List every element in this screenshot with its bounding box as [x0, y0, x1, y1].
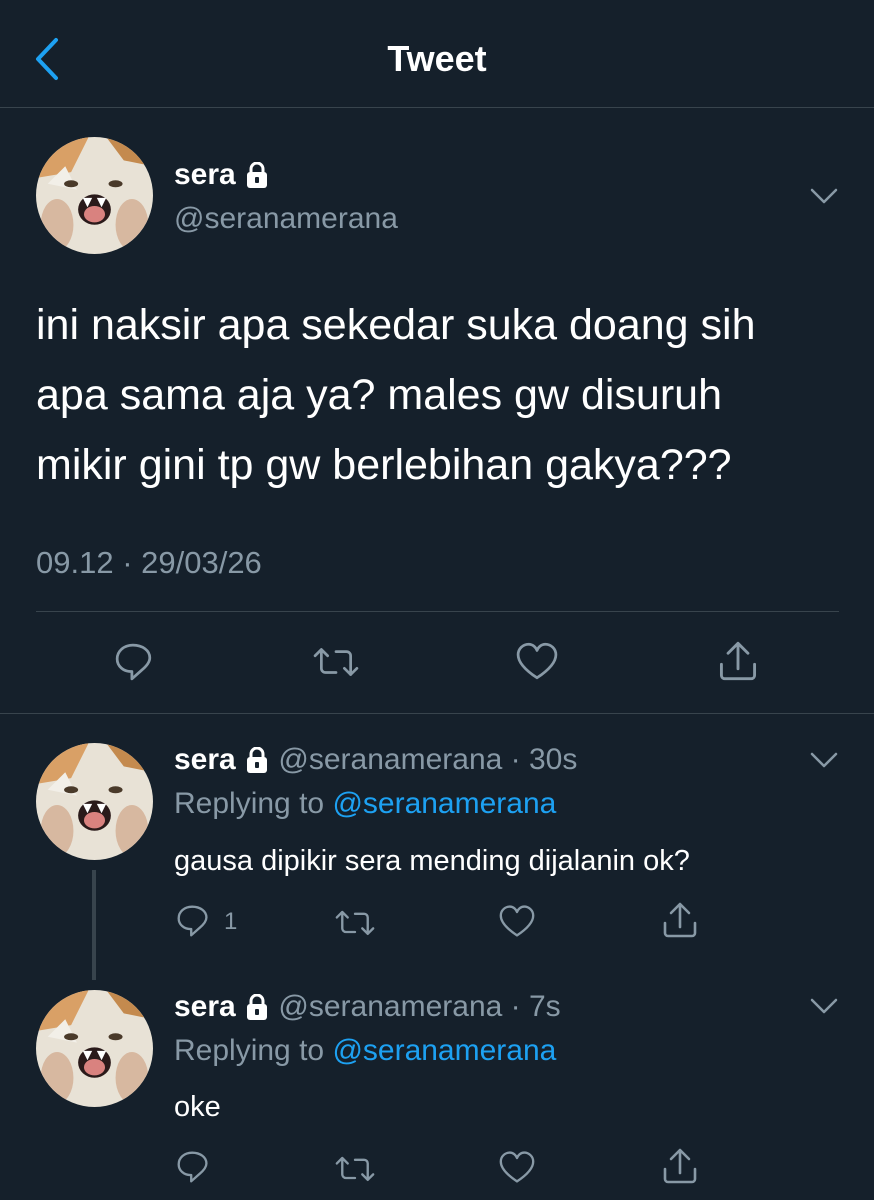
heart-icon[interactable]	[499, 1150, 535, 1184]
author-handle[interactable]: @seranamerana	[174, 202, 398, 236]
share-icon[interactable]	[662, 901, 698, 939]
thread-line	[92, 870, 96, 980]
reply-author[interactable]: sera @seranamerana · 30s	[174, 743, 577, 777]
replying-label: Replying to	[174, 787, 325, 820]
like-button[interactable]	[516, 642, 558, 685]
author-name-text[interactable]: sera	[174, 743, 236, 776]
chevron-down-icon[interactable]	[810, 188, 838, 206]
replying-label: Replying to	[174, 1034, 325, 1067]
tweet-options-button[interactable]	[810, 188, 838, 211]
author-handle[interactable]: @seranamerana	[278, 743, 502, 776]
replying-to: Replying to @seranamerana	[174, 787, 556, 821]
replying-to: Replying to @seranamerana	[174, 1034, 556, 1068]
tweet-text: ini naksir apa sekedar suka doang sih ap…	[36, 290, 856, 500]
reply-text: oke	[174, 1091, 221, 1123]
lock-icon	[245, 747, 269, 775]
share-button[interactable]	[662, 1147, 698, 1190]
share-icon[interactable]	[718, 640, 758, 682]
retweet-button[interactable]	[313, 643, 359, 684]
author-handle[interactable]: @seranamerana	[278, 990, 502, 1023]
avatar[interactable]	[36, 990, 153, 1107]
tweet-timestamp: 09.12 · 29/03/26	[36, 545, 262, 580]
reply-icon[interactable]	[176, 1150, 210, 1184]
chevron-down-icon[interactable]	[810, 752, 838, 770]
tweet-line: mikir gini tp gw berlebihan gakya???	[36, 441, 732, 489]
page-title: Tweet	[387, 38, 487, 79]
retweet-icon[interactable]	[335, 1152, 375, 1184]
reply-time: · 30s	[510, 743, 578, 776]
share-icon[interactable]	[662, 1147, 698, 1185]
top-bar: Tweet	[0, 0, 874, 108]
reply-options-button[interactable]	[810, 998, 838, 1021]
retweet-icon[interactable]	[335, 906, 375, 938]
heart-icon[interactable]	[516, 642, 558, 680]
reply-time: · 7s	[510, 990, 561, 1023]
tweet-line: ini naksir apa sekedar suka doang sih	[36, 301, 756, 349]
author-name-text[interactable]: sera	[174, 990, 236, 1023]
like-button[interactable]	[499, 1150, 535, 1189]
divider	[36, 611, 839, 612]
reply-count: 1	[224, 908, 238, 935]
retweet-button[interactable]	[335, 1152, 375, 1189]
author-name[interactable]: sera	[174, 158, 270, 192]
avatar[interactable]	[36, 743, 153, 860]
divider	[0, 713, 874, 714]
reply-button[interactable]	[114, 642, 154, 687]
share-button[interactable]	[662, 901, 698, 944]
reply-icon[interactable]	[176, 904, 210, 938]
chevron-down-icon[interactable]	[810, 998, 838, 1016]
tweet-line: apa sama aja ya? males gw disuruh	[36, 371, 722, 419]
avatar[interactable]	[36, 137, 153, 254]
reply-text: gausa dipikir sera mending dijalanin ok?	[174, 845, 690, 877]
retweet-icon[interactable]	[313, 643, 359, 679]
replying-to-link[interactable]: @seranamerana	[332, 1034, 556, 1067]
retweet-button[interactable]	[335, 906, 375, 943]
share-button[interactable]	[718, 640, 758, 687]
replying-to-link[interactable]: @seranamerana	[332, 787, 556, 820]
heart-icon[interactable]	[499, 904, 535, 938]
reply-button[interactable]	[176, 1150, 210, 1189]
reply-button[interactable]	[176, 904, 210, 943]
lock-icon	[245, 994, 269, 1022]
reply-icon[interactable]	[114, 642, 154, 682]
like-button[interactable]	[499, 904, 535, 943]
author-name-text[interactable]: sera	[174, 158, 236, 191]
lock-icon	[245, 162, 269, 190]
reply-author[interactable]: sera @seranamerana · 7s	[174, 990, 561, 1024]
reply-options-button[interactable]	[810, 752, 838, 775]
